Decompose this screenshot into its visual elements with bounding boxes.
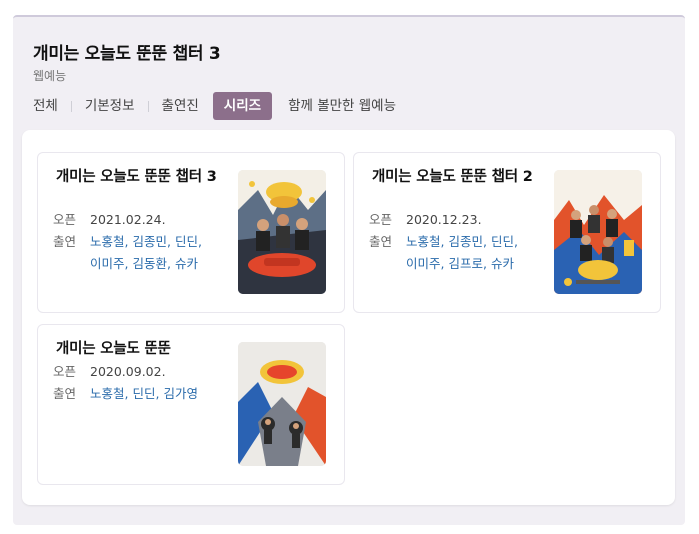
- cast-member[interactable]: 노홍철: [90, 234, 125, 249]
- cast-member[interactable]: 김종민: [132, 234, 167, 249]
- cast-member[interactable]: 슈카: [175, 256, 198, 271]
- series-list: 개미는 오늘도 뚠뚠 챕터 3 오픈 2021.02.24. 출연 노홍철, 김…: [22, 130, 675, 505]
- series-card[interactable]: 개미는 오늘도 뚠뚠 챕터 3 오픈 2021.02.24. 출연 노홍철, 김…: [37, 152, 345, 313]
- series-title[interactable]: 개미는 오늘도 뚠뚠 챕터 2: [372, 166, 542, 188]
- open-label: 오픈: [369, 212, 393, 227]
- page-subtitle: 웹예능: [33, 69, 67, 83]
- page-title: 개미는 오늘도 뚠뚠 챕터 3: [33, 44, 221, 64]
- tab-divider: [70, 100, 72, 112]
- tab-basic-info[interactable]: 기본정보: [85, 92, 135, 120]
- tab-cast[interactable]: 출연진: [162, 92, 199, 120]
- cast-member[interactable]: 김종민: [448, 234, 483, 249]
- open-label: 오픈: [53, 364, 77, 379]
- poster-image[interactable]: [238, 342, 326, 466]
- cast-member[interactable]: 딘딘: [491, 234, 514, 249]
- open-date: 2021.02.24.: [90, 212, 166, 227]
- cast-member[interactable]: 이미주: [90, 256, 125, 271]
- tab-all[interactable]: 전체: [33, 92, 58, 120]
- series-panel: 개미는 오늘도 뚠뚠 챕터 3 웹예능 전체 기본정보 출연진 시리즈 함께 볼…: [13, 15, 685, 525]
- cast-member[interactable]: 이미주: [406, 256, 441, 271]
- cast-member[interactable]: 딘딘: [132, 386, 155, 401]
- cast-member[interactable]: 노홍철: [90, 386, 125, 401]
- cast-member[interactable]: 김동환: [132, 256, 167, 271]
- cast-list: 노홍철, 딘딘, 김가영: [90, 386, 198, 401]
- cast-member[interactable]: 김프로: [448, 256, 483, 271]
- series-card[interactable]: 개미는 오늘도 뚠뚠 챕터 2 오픈 2020.12.23. 출연 노홍철, 김…: [353, 152, 661, 313]
- open-date: 2020.12.23.: [406, 212, 482, 227]
- tab-bar: 전체 기본정보 출연진 시리즈 함께 볼만한 웹예능: [33, 92, 396, 120]
- open-date: 2020.09.02.: [90, 364, 166, 379]
- series-title[interactable]: 개미는 오늘도 뚠뚠: [56, 338, 226, 360]
- series-card[interactable]: 개미는 오늘도 뚠뚠 오픈 2020.09.02. 출연 노홍철, 딘딘, 김가…: [37, 324, 345, 485]
- cast-member[interactable]: 노홍철: [406, 234, 441, 249]
- tab-divider: [147, 100, 149, 112]
- cast-label: 출연: [53, 234, 77, 249]
- cast-list: 노홍철, 김종민, 딘딘, 이미주, 김동환, 슈카: [90, 234, 202, 271]
- poster-image[interactable]: [238, 170, 326, 294]
- cast-member[interactable]: 딘딘: [175, 234, 198, 249]
- tab-recommended[interactable]: 함께 볼만한 웹예능: [288, 92, 396, 120]
- cast-label: 출연: [53, 386, 77, 401]
- series-title[interactable]: 개미는 오늘도 뚠뚠 챕터 3: [56, 166, 226, 188]
- cast-member[interactable]: 슈카: [491, 256, 514, 271]
- tab-series[interactable]: 시리즈: [212, 92, 273, 120]
- cast-label: 출연: [369, 234, 393, 249]
- cast-list: 노홍철, 김종민, 딘딘, 이미주, 김프로, 슈카: [406, 234, 518, 271]
- poster-image[interactable]: [554, 170, 642, 294]
- open-label: 오픈: [53, 212, 77, 227]
- cast-member[interactable]: 김가영: [163, 386, 198, 401]
